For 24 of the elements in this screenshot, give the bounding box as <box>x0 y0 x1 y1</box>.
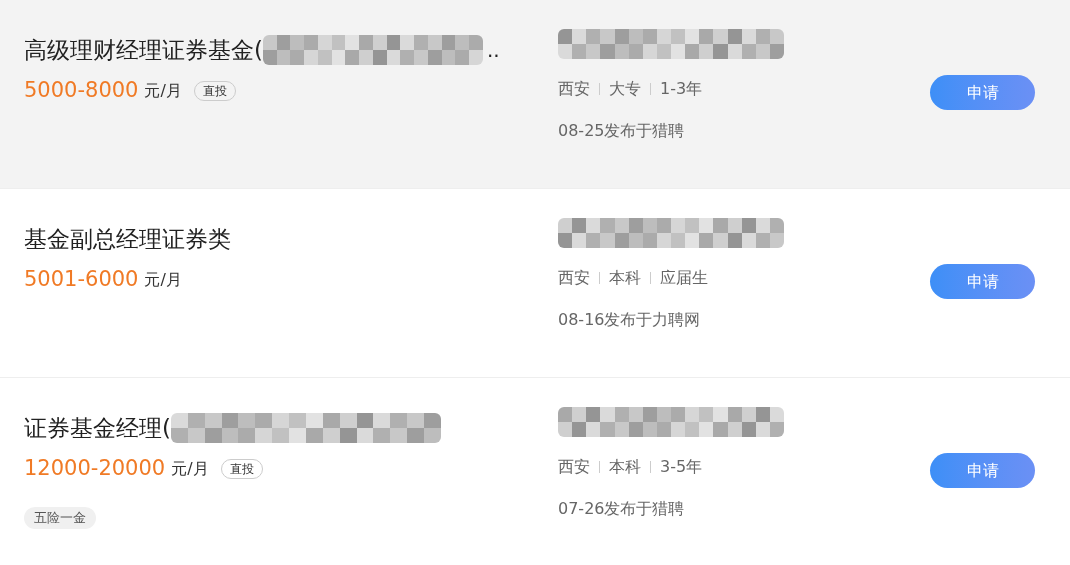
title-ellipsis: .. <box>487 37 500 64</box>
salary-unit: 元/月 <box>144 79 182 102</box>
post-date: 08-25发布于猎聘 <box>558 120 686 142</box>
post-date: 07-26发布于猎聘 <box>558 498 686 520</box>
salary-unit: 元/月 <box>144 268 182 291</box>
benefit-tag: 五险一金 <box>24 506 96 529</box>
job-title[interactable]: 基金副总经理证券类 <box>24 221 231 257</box>
job-requirement: 应届生 <box>660 267 708 289</box>
job-requirement: 大专 <box>609 78 641 100</box>
post-date: 08-16发布于力聘网 <box>558 309 702 331</box>
salary: 5001-6000 <box>24 266 139 293</box>
job-requirement: 本科 <box>609 456 641 478</box>
salary-unit: 元/月 <box>171 457 209 480</box>
job-title[interactable]: 高级理财经理证券基金( <box>24 32 263 68</box>
job-requirement: 西安 <box>558 78 590 100</box>
job-requirement: 3-5年 <box>660 456 703 478</box>
job-requirement: 1-3年 <box>660 78 703 100</box>
job-requirement: 本科 <box>609 267 641 289</box>
job-requirement: 西安 <box>558 267 590 289</box>
job-requirement: 西安 <box>558 456 590 478</box>
job-row[interactable]: 高级理财经理证券基金( .. 5000-8000 元/月 直投 西安 大专 1-3年 08-25发布于猎聘 申请 <box>0 0 1070 189</box>
job-title[interactable]: 证券基金经理( <box>24 410 171 446</box>
salary: 5000-8000 <box>24 77 139 104</box>
salary: 12000-20000 <box>24 455 166 482</box>
